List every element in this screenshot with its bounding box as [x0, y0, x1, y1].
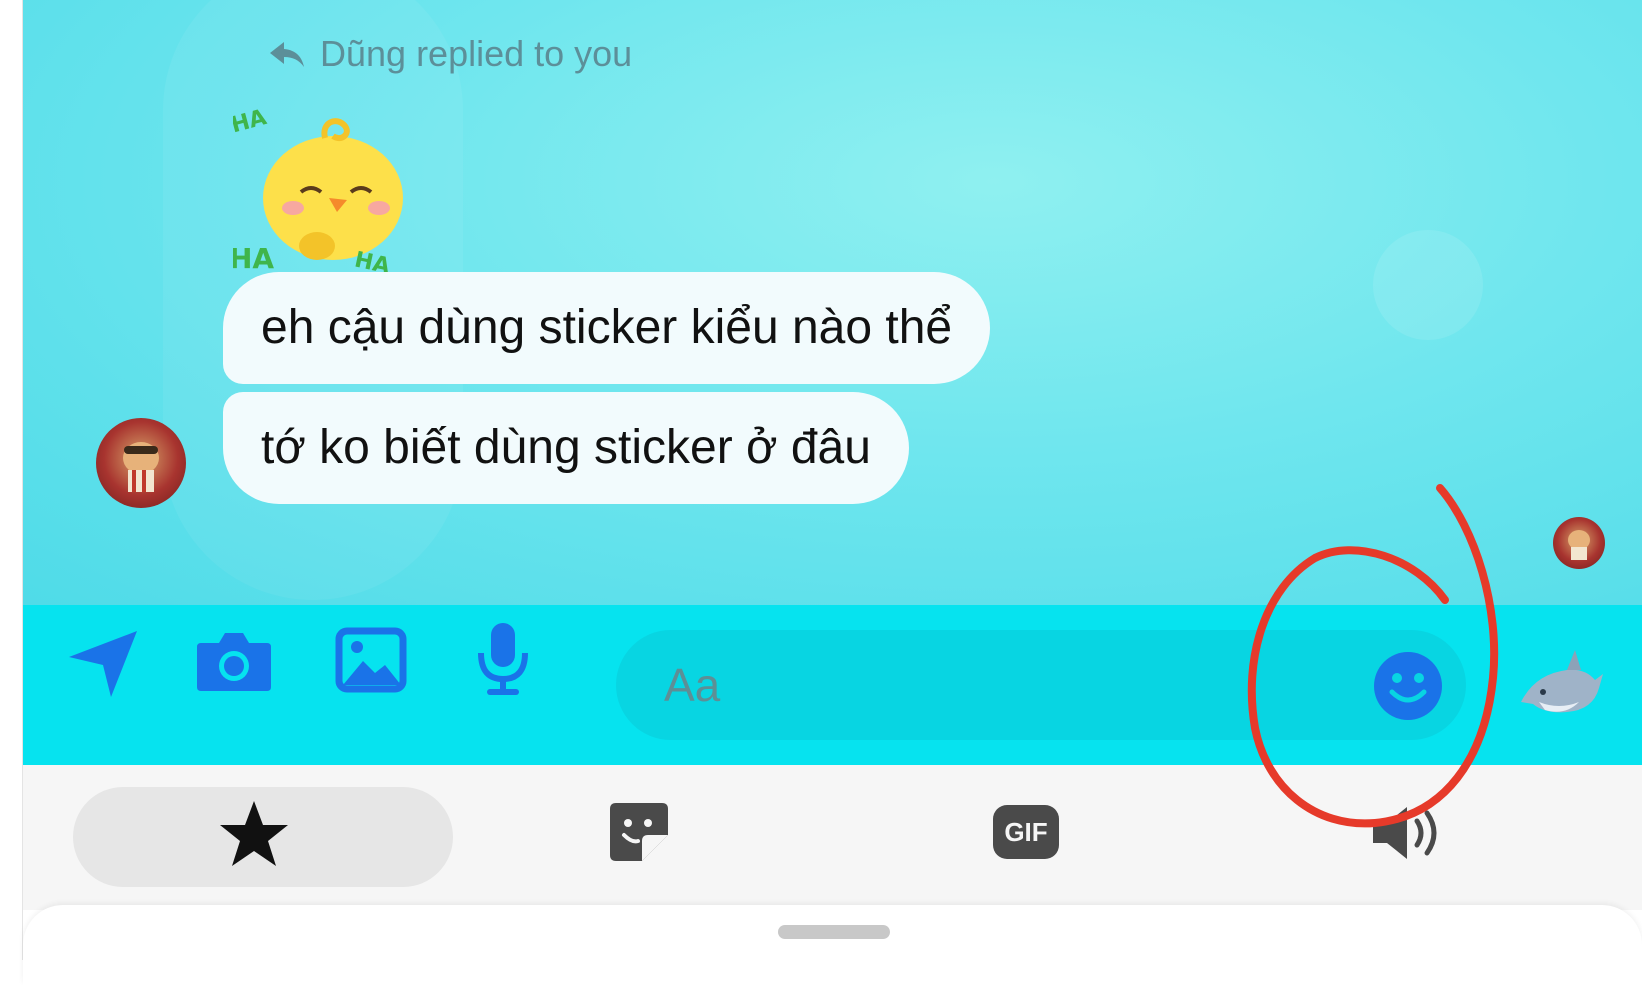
star-icon[interactable]	[218, 799, 290, 869]
window-left-edge	[0, 0, 23, 960]
seen-receipt-avatar	[1553, 517, 1605, 569]
message-bubble[interactable]: eh cậu dùng sticker kiểu nào thể	[223, 272, 991, 384]
background-bubble	[1373, 230, 1483, 340]
message-bubble[interactable]: tớ ko biết dùng sticker ở đâu	[223, 392, 909, 504]
reply-notice-text: Dũng replied to you	[320, 33, 633, 74]
reply-notice: Dũng replied to you	[268, 30, 632, 78]
chat-thread: Dũng replied to you HA HA HA eh cậu dùng…	[23, 0, 1642, 605]
picker-tab-bar: GIF	[23, 765, 1642, 910]
sender-avatar[interactable]	[96, 418, 186, 508]
message-input[interactable]: Aa	[616, 630, 1466, 740]
svg-text:HA: HA	[233, 105, 269, 138]
avatar-image	[123, 442, 159, 492]
speaker-icon[interactable]	[1369, 801, 1449, 865]
message-text: tớ ko biết dùng sticker ở đâu	[261, 421, 871, 474]
location-arrow-icon[interactable]	[65, 625, 141, 701]
sticker-icon[interactable]	[608, 801, 670, 863]
smiley-emoji-icon[interactable]	[1372, 650, 1444, 722]
message-text: eh cậu dùng sticker kiểu nào thể	[261, 301, 953, 354]
dolphin-reaction-icon[interactable]	[1515, 640, 1605, 730]
avatar-image	[1568, 530, 1590, 560]
message-input-placeholder: Aa	[664, 659, 721, 711]
picker-bottom-sheet	[23, 905, 1642, 985]
svg-text:HA: HA	[352, 248, 392, 275]
laughing-chick-sticker[interactable]: HA HA HA	[233, 100, 433, 275]
sheet-grabber-handle[interactable]	[778, 925, 890, 939]
gif-icon[interactable]: GIF	[993, 805, 1059, 859]
gif-label: GIF	[1004, 816, 1048, 847]
reply-arrow-icon	[270, 42, 304, 67]
camera-icon[interactable]	[195, 627, 273, 693]
image-icon[interactable]	[335, 627, 407, 693]
microphone-icon[interactable]	[473, 619, 533, 699]
svg-text:HA: HA	[233, 242, 274, 275]
